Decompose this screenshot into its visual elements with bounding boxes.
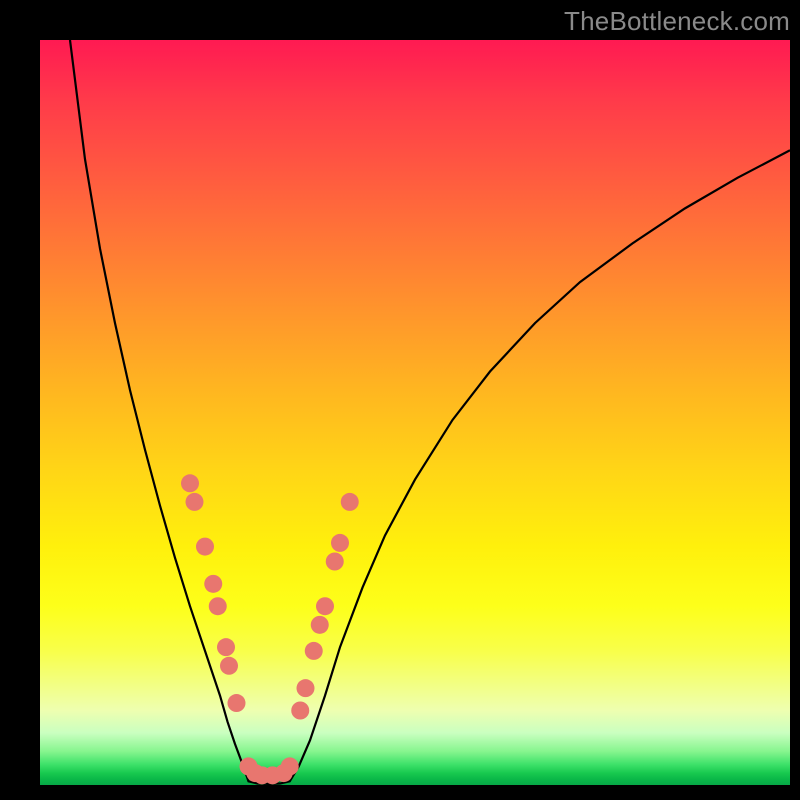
data-point: [220, 657, 238, 675]
data-point: [217, 638, 235, 656]
data-point: [291, 702, 309, 720]
data-point: [311, 616, 329, 634]
data-point: [204, 575, 222, 593]
chart-frame: TheBottleneck.com: [0, 0, 800, 800]
data-point: [331, 534, 349, 552]
data-point: [186, 493, 204, 511]
data-point: [326, 553, 344, 571]
plot-area: [40, 40, 790, 785]
chart-svg: [40, 40, 790, 785]
data-point: [196, 538, 214, 556]
bottleneck-curve: [70, 40, 790, 784]
watermark-text: TheBottleneck.com: [564, 6, 790, 37]
data-point: [316, 597, 334, 615]
scatter-dots: [181, 474, 359, 784]
data-point: [209, 597, 227, 615]
data-point: [228, 694, 246, 712]
data-point: [341, 493, 359, 511]
data-point: [305, 642, 323, 660]
data-point: [297, 679, 315, 697]
data-point: [281, 757, 299, 775]
data-point: [181, 474, 199, 492]
